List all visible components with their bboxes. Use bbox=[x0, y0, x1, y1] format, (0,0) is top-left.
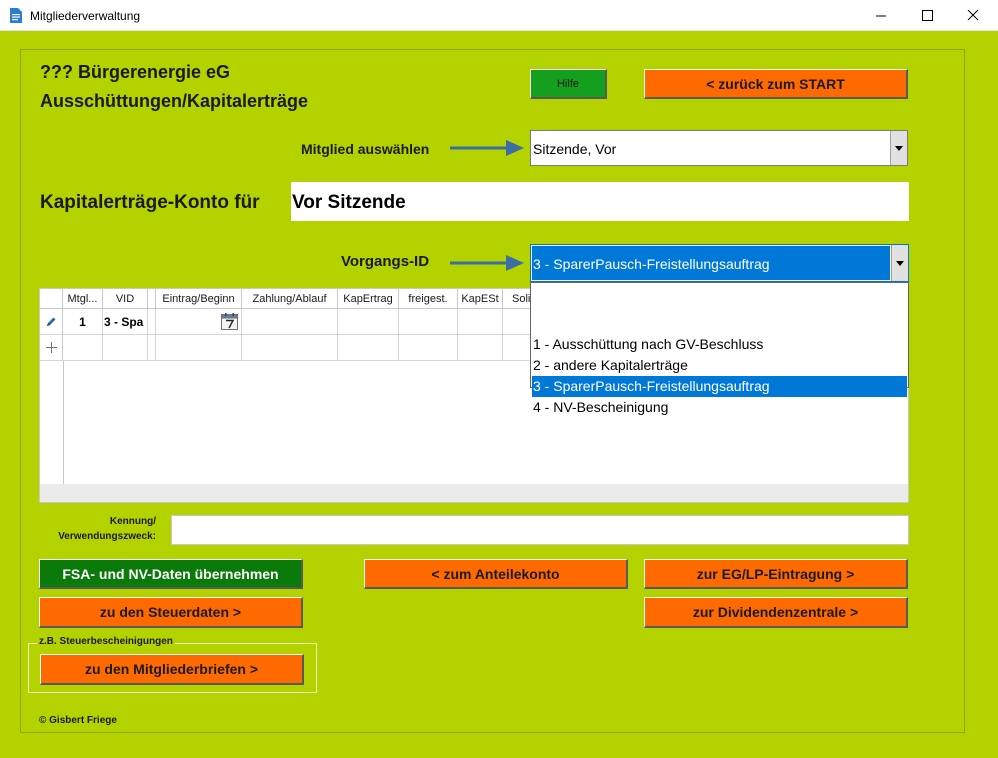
cell-kapertrag[interactable] bbox=[338, 309, 399, 335]
vorgang-option-3[interactable]: 3 - SparerPausch-Freistellungsauftrag bbox=[532, 376, 907, 397]
member-select-label: Mitglied auswählen bbox=[301, 141, 430, 157]
cell-kapest[interactable] bbox=[458, 309, 503, 335]
cell-vid[interactable]: 3 - Spa bbox=[103, 309, 148, 335]
grid-header-kapest[interactable]: KapESt bbox=[458, 289, 503, 309]
window-title: Mitgliederverwaltung bbox=[30, 9, 141, 23]
chevron-down-icon bbox=[895, 145, 903, 151]
grid-corner bbox=[40, 289, 63, 309]
grid-header-mtgl[interactable]: Mtgl... bbox=[63, 289, 103, 309]
row-selector[interactable] bbox=[40, 309, 63, 335]
dividendenzentrale-button[interactable]: zur Dividendenzentrale > bbox=[644, 597, 908, 628]
new-cell[interactable] bbox=[156, 335, 242, 361]
cell-zahlung[interactable] bbox=[242, 309, 338, 335]
grid-divider bbox=[63, 361, 64, 484]
arrow-right-icon bbox=[450, 140, 524, 156]
anteilekonto-button[interactable]: < zum Anteilekonto bbox=[364, 559, 628, 589]
form-client-area: ??? Bürgerenergie eG Ausschüttungen/Kapi… bbox=[0, 31, 998, 758]
cell-eintrag[interactable] bbox=[156, 309, 242, 335]
cell-mtgl[interactable]: 1 bbox=[63, 309, 103, 335]
new-cell[interactable] bbox=[338, 335, 399, 361]
fsa-nv-apply-button[interactable]: FSA- und NV-Daten übernehmen bbox=[39, 559, 303, 589]
member-select-combo[interactable]: Sitzende, Vor bbox=[530, 130, 908, 166]
mitgliederbriefe-button[interactable]: zu den Mitgliederbriefen > bbox=[40, 654, 304, 685]
pencil-edit-icon bbox=[47, 317, 56, 326]
group-caption: z.B. Steuerbescheinigungen bbox=[37, 636, 175, 647]
vorgang-option-2[interactable]: 2 - andere Kapitalerträge bbox=[532, 355, 907, 376]
maximize-icon[interactable] bbox=[904, 4, 950, 28]
calendar-icon[interactable] bbox=[221, 313, 238, 330]
grid-header-kapertrag[interactable]: KapErtrag bbox=[338, 289, 399, 309]
kennung-input[interactable] bbox=[171, 515, 909, 545]
vorgang-combo[interactable]: 3 - SparerPausch-Freistellungsauftrag bbox=[530, 244, 909, 282]
vorgang-dropdown-button[interactable] bbox=[891, 245, 908, 281]
eg-lp-eintragung-button[interactable]: zur EG/LP-Eintragung > bbox=[644, 559, 908, 589]
page-title: Ausschüttungen/Kapitalerträge bbox=[40, 91, 309, 111]
account-label: Kapitalerträge-Konto für bbox=[40, 192, 260, 213]
grid-header-zahlung[interactable]: Zahlung/Ablauf bbox=[242, 289, 338, 309]
grid-header-vid[interactable]: VID bbox=[103, 289, 148, 309]
grid-header-soli[interactable]: Soli bbox=[503, 289, 533, 309]
cell-freigest[interactable] bbox=[399, 309, 458, 335]
new-cell[interactable] bbox=[63, 335, 103, 361]
plus-icon bbox=[45, 342, 57, 353]
new-cell[interactable] bbox=[399, 335, 458, 361]
new-cell[interactable] bbox=[458, 335, 503, 361]
account-value: Vor Sitzende bbox=[292, 192, 406, 213]
kennung-label-1: Kennung/ bbox=[109, 516, 156, 527]
kennung-label-2: Verwendungszweck: bbox=[58, 531, 156, 542]
new-cell bbox=[148, 335, 156, 361]
chevron-down-icon bbox=[896, 260, 904, 266]
cell-spacer bbox=[148, 309, 156, 335]
grid-header-freigest[interactable]: freigest. bbox=[399, 289, 458, 309]
new-cell[interactable] bbox=[503, 335, 533, 361]
new-cell[interactable] bbox=[242, 335, 338, 361]
grid-header-eintrag[interactable]: Eintrag/Beginn bbox=[156, 289, 242, 309]
arrow-right-icon bbox=[450, 255, 524, 271]
member-select-value: Sitzende, Vor bbox=[533, 141, 617, 157]
copyright-text: © Gisbert Friege bbox=[39, 715, 117, 726]
back-to-start-button[interactable]: < zurück zum START bbox=[644, 69, 908, 99]
vorgang-combo-highlight: 3 - SparerPausch-Freistellungsauftrag bbox=[532, 246, 890, 280]
window-titlebar: Mitgliederverwaltung bbox=[0, 0, 998, 31]
new-row-selector[interactable] bbox=[40, 335, 63, 361]
grid-header-spacer bbox=[148, 289, 156, 309]
app-document-icon bbox=[10, 8, 22, 23]
vorgang-label: Vorgangs-ID bbox=[341, 253, 430, 270]
vorgang-option-1[interactable]: 1 - Ausschüttung nach GV-Beschluss bbox=[532, 334, 907, 355]
org-name: ??? Bürgerenergie eG bbox=[40, 62, 231, 82]
new-cell[interactable] bbox=[103, 335, 148, 361]
vorgang-dropdown-list: 1 - Ausschüttung nach GV-Beschluss 2 - a… bbox=[530, 282, 909, 415]
close-icon[interactable] bbox=[950, 4, 996, 28]
vorgang-option-4[interactable]: 4 - NV-Bescheinigung bbox=[532, 397, 907, 418]
vorgang-value: 3 - SparerPausch-Freistellungsauftrag bbox=[533, 256, 770, 272]
member-select-dropdown-button[interactable] bbox=[890, 131, 907, 165]
minimize-icon[interactable] bbox=[858, 4, 904, 28]
help-button[interactable]: Hilfe bbox=[530, 69, 607, 99]
cell-soli[interactable] bbox=[503, 309, 533, 335]
account-field: Vor Sitzende bbox=[291, 182, 909, 221]
steuerdaten-button[interactable]: zu den Steuerdaten > bbox=[39, 597, 303, 628]
